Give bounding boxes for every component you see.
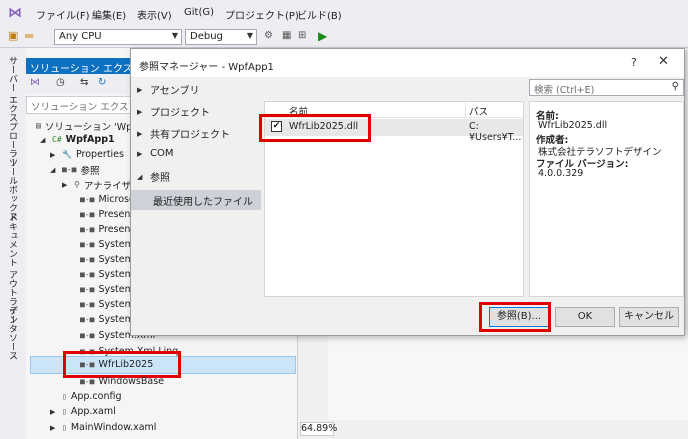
platform-combo[interactable]: Any CPU ▼ [54, 29, 182, 45]
reference-item[interactable]: ■-■ System [80, 237, 134, 252]
reference-manager-dialog: 参照マネージャー - WpfApp1 ? ✕ ▶ アセンブリ ▶ プロジェクト ▶ 共… [130, 48, 685, 336]
chevron-right-icon: ▶ [137, 129, 143, 138]
detail-name-value: WfrLib2025.dll [538, 120, 608, 131]
list-row-path: C:¥Users¥T... [469, 121, 522, 143]
detail-version-value: 4.0.0.329 [538, 168, 584, 179]
config-file-icon: ▯ [62, 392, 67, 401]
menu-build[interactable]: ビルド(B) [297, 7, 342, 22]
ok-button[interactable]: OK [555, 307, 615, 327]
designer-canvas [328, 330, 688, 420]
analyzer-icon: ⚲ [74, 180, 80, 189]
references-icon: ■-■ [62, 165, 77, 174]
reference-icon: ■-■ [80, 331, 95, 340]
reference-icon: ■-■ [80, 225, 95, 234]
menu-view[interactable]: 表示(V) [137, 7, 172, 22]
chevron-right-icon: ▶ [137, 85, 143, 94]
chevron-right-icon: ▶ [137, 149, 143, 158]
chevron-right-icon[interactable]: ▶ [50, 424, 57, 432]
vertical-tab-strip: サーバー エクスプローラー ツールボックス ドキュメント アウトライン データソ… [0, 48, 26, 439]
build-icon[interactable]: ▦ [282, 30, 291, 41]
chevron-right-icon: ▶ [137, 107, 143, 116]
help-icon[interactable]: ? [631, 56, 637, 69]
dialog-nav: ▶ アセンブリ ▶ プロジェクト ▶ 共有プロジェクト ▶ COM ◢ 参照 最近使用した… [131, 77, 261, 297]
editor-area: 64.89% [298, 330, 688, 439]
menu-project[interactable]: プロジェクト(P) [225, 7, 299, 22]
sync-icon[interactable]: ⇆ [80, 77, 88, 88]
column-divider[interactable] [465, 102, 466, 118]
search-icon[interactable]: ⚲ [672, 81, 679, 92]
close-icon[interactable]: ✕ [658, 54, 669, 69]
chevron-right-icon[interactable]: ▶ [62, 181, 69, 189]
history-icon[interactable]: ◷ [56, 77, 65, 88]
nav-assemblies[interactable]: ▶ アセンブリ [137, 82, 200, 98]
tree-mainwindow[interactable]: ▶ ▯ MainWindow.xaml [50, 420, 156, 435]
reference-icon: ■-■ [80, 195, 95, 204]
chevron-down-icon: ▼ [246, 31, 253, 40]
tab-data-sources[interactable]: データソース [6, 306, 19, 360]
column-path-header[interactable]: パス [469, 104, 488, 118]
tool-icon[interactable]: ⚙ [264, 30, 273, 41]
config-combo[interactable]: Debug ▼ [185, 29, 257, 45]
nav-browse[interactable]: ◢ 参照 [137, 169, 170, 185]
xaml-file-icon: ▯ [62, 407, 67, 416]
tree-app-config[interactable]: ▯ App.config [50, 389, 121, 404]
menu-edit[interactable]: 編集(E) [92, 7, 126, 22]
reference-icon: ■-■ [80, 255, 95, 264]
open-folder-icon[interactable]: ▬ [24, 29, 34, 42]
chevron-right-icon[interactable]: ▶ [50, 408, 57, 416]
platform-value: Any CPU [59, 31, 102, 42]
highlight-box-dll [259, 114, 371, 142]
chevron-down-icon[interactable]: ◢ [50, 166, 57, 174]
chevron-down-icon: ▼ [171, 31, 178, 40]
vs-logo-icon[interactable]: ⋈ [8, 5, 22, 21]
tree-analyzers[interactable]: ▶ ⚲ アナライザー [62, 177, 141, 192]
zoom-level[interactable]: 64.89% [300, 422, 337, 436]
reference-icon: ■-■ [80, 270, 95, 279]
tree-app-xaml[interactable]: ▶ ▯ App.xaml [50, 404, 116, 419]
tool2-icon[interactable]: ⊞ [298, 30, 306, 41]
tree-properties[interactable]: ▶ 🔧 Properties [50, 147, 124, 162]
csharp-project-icon: C# [52, 135, 62, 144]
reference-icon: ■-■ [80, 285, 95, 294]
wrench-icon: 🔧 [62, 150, 72, 159]
menu-file[interactable]: ファイル(F) [36, 7, 90, 22]
reference-item[interactable]: ■-■ WindowsBase [80, 374, 164, 389]
nav-com[interactable]: ▶ COM [137, 148, 173, 159]
dialog-footer: 参照(B)... OK キャンセル [131, 297, 684, 335]
xaml-file-icon: ▯ [62, 423, 67, 432]
reference-icon: ■-■ [80, 300, 95, 309]
chevron-down-icon[interactable]: ◢ [40, 136, 47, 144]
highlight-box-browse [479, 302, 551, 332]
refresh-icon[interactable]: ↻ [98, 77, 106, 88]
dialog-title: 参照マネージャー - WpfApp1 [131, 49, 684, 77]
reference-icon: ■-■ [80, 315, 95, 324]
nav-shared-projects[interactable]: ▶ 共有プロジェクト [137, 126, 230, 142]
tab-server-explorer[interactable]: サーバー エクスプローラー [6, 56, 19, 167]
tab-toolbox[interactable]: ツールボックス [6, 158, 19, 221]
start-icon[interactable]: ▶ [318, 29, 327, 43]
toolbar: ▣ ▬ Any CPU ▼ Debug ▼ ⚙ ▦ ⊞ ▶ [0, 26, 688, 48]
menubar: ⋈ ファイル(F) 編集(E) 表示(V) Git(G) プロジェクト(P) ビ… [0, 0, 688, 26]
solution-icon: ▤ [36, 121, 41, 130]
chevron-down-icon: ◢ [137, 172, 143, 181]
chevron-right-icon[interactable]: ▶ [50, 151, 57, 159]
detail-pane: 名前: WfrLib2025.dll 作成者: 株式会社テラソフトデザイン ファ… [529, 101, 684, 297]
nav-projects[interactable]: ▶ プロジェクト [137, 104, 210, 120]
cancel-button[interactable]: キャンセル [619, 307, 679, 327]
config-value: Debug [190, 31, 223, 42]
new-project-icon[interactable]: ▣ [8, 29, 18, 42]
menu-git[interactable]: Git(G) [184, 7, 214, 18]
tree-references[interactable]: ◢ ■-■ 参照 [50, 162, 99, 177]
reference-icon: ■-■ [80, 240, 95, 249]
nav-recent-files[interactable]: 最近使用したファイル [153, 193, 253, 208]
reference-icon: ■-■ [80, 377, 95, 386]
tree-project[interactable]: ◢ C# WpfApp1 [40, 132, 115, 147]
reference-icon: ■-■ [80, 210, 95, 219]
dialog-search-input[interactable]: 検索 (Ctrl+E) ⚲ [529, 79, 684, 96]
vs-small-icon[interactable]: ⋈ [30, 77, 40, 88]
